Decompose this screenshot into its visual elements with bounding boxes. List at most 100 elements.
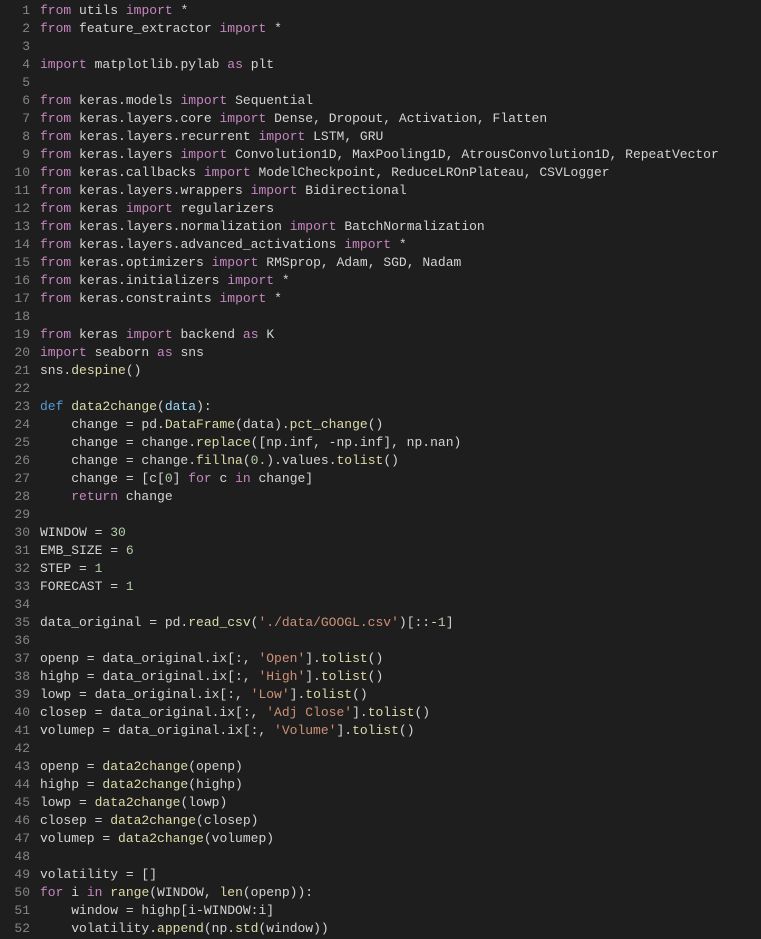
code-token: Sequential <box>235 93 313 108</box>
code-line[interactable]: closep = data_original.ix[:, 'Adj Close'… <box>40 704 761 722</box>
code-line[interactable] <box>40 38 761 56</box>
code-line[interactable]: from keras import regularizers <box>40 200 761 218</box>
code-line[interactable]: change = change.fillna(0.).values.tolist… <box>40 452 761 470</box>
code-token: (openp) <box>188 759 243 774</box>
code-line[interactable]: EMB_SIZE = 6 <box>40 542 761 560</box>
code-token: (highp) <box>188 777 243 792</box>
code-token: () <box>126 363 142 378</box>
code-content[interactable]: from utils import *from feature_extracto… <box>40 2 761 938</box>
code-line[interactable] <box>40 740 761 758</box>
code-line[interactable]: from feature_extractor import * <box>40 20 761 38</box>
code-line[interactable]: from keras.optimizers import RMSprop, Ad… <box>40 254 761 272</box>
code-line[interactable] <box>40 380 761 398</box>
code-line[interactable]: from keras.layers.advanced_activations i… <box>40 236 761 254</box>
code-token: fillna <box>196 453 243 468</box>
code-token: DataFrame <box>165 417 235 432</box>
code-token: change <box>118 489 173 504</box>
code-token: replace <box>196 435 251 450</box>
code-line[interactable]: change = pd.DataFrame(data).pct_change() <box>40 416 761 434</box>
code-token: () <box>368 417 384 432</box>
code-line[interactable] <box>40 596 761 614</box>
code-token: from <box>40 165 71 180</box>
code-line[interactable]: highp = data_original.ix[:, 'High'].toli… <box>40 668 761 686</box>
code-token: * <box>274 21 282 36</box>
code-line[interactable]: from keras.layers.normalization import B… <box>40 218 761 236</box>
code-token <box>40 489 71 504</box>
code-token: WINDOW = <box>40 525 110 540</box>
code-line[interactable]: change = change.replace([np.inf, -np.inf… <box>40 434 761 452</box>
code-line[interactable] <box>40 506 761 524</box>
code-line[interactable]: from keras.constraints import * <box>40 290 761 308</box>
code-token: sns <box>180 345 203 360</box>
code-line[interactable]: from keras.layers.recurrent import LSTM,… <box>40 128 761 146</box>
code-line[interactable]: highp = data2change(highp) <box>40 776 761 794</box>
code-token: 6 <box>126 543 134 558</box>
code-token: window = highp[i-WINDOW:i] <box>71 903 274 918</box>
code-line[interactable]: def data2change(data): <box>40 398 761 416</box>
code-line[interactable]: change = [c[0] for c in change] <box>40 470 761 488</box>
code-line[interactable]: volumep = data_original.ix[:, 'Volume'].… <box>40 722 761 740</box>
code-line[interactable]: for i in range(WINDOW, len(openp)): <box>40 884 761 902</box>
code-token: from <box>40 93 71 108</box>
code-line[interactable]: from keras.layers.wrappers import Bidire… <box>40 182 761 200</box>
code-token: from <box>40 21 71 36</box>
code-line[interactable] <box>40 848 761 866</box>
code-editor[interactable]: 1234567891011121314151617181920212223242… <box>0 0 761 938</box>
code-line[interactable]: from keras.initializers import * <box>40 272 761 290</box>
code-line[interactable] <box>40 74 761 92</box>
code-token: Bidirectional <box>305 183 406 198</box>
code-line[interactable]: from keras.callbacks import ModelCheckpo… <box>40 164 761 182</box>
code-line[interactable]: volatility.append(np.std(window)) <box>40 920 761 938</box>
code-line[interactable]: data_original = pd.read_csv('./data/GOOG… <box>40 614 761 632</box>
code-line[interactable]: from keras import backend as K <box>40 326 761 344</box>
code-token <box>118 327 126 342</box>
code-token: * <box>282 273 290 288</box>
code-token: () <box>415 705 431 720</box>
line-number: 28 <box>0 488 30 506</box>
code-token: (volumep) <box>204 831 274 846</box>
code-line[interactable]: sns.despine() <box>40 362 761 380</box>
line-number: 31 <box>0 542 30 560</box>
code-line[interactable] <box>40 308 761 326</box>
code-line[interactable]: openp = data2change(openp) <box>40 758 761 776</box>
code-line[interactable]: FORECAST = 1 <box>40 578 761 596</box>
code-token: from <box>40 201 71 216</box>
code-line[interactable]: openp = data_original.ix[:, 'Open'].toli… <box>40 650 761 668</box>
line-number: 13 <box>0 218 30 236</box>
code-token: closep = <box>40 813 110 828</box>
line-number: 50 <box>0 884 30 902</box>
code-token: import <box>290 219 337 234</box>
code-token: in <box>87 885 103 900</box>
code-token: * <box>399 237 407 252</box>
code-line[interactable] <box>40 632 761 650</box>
code-line[interactable]: import matplotlib.pylab as plt <box>40 56 761 74</box>
code-line[interactable]: volumep = data2change(volumep) <box>40 830 761 848</box>
code-line[interactable]: return change <box>40 488 761 506</box>
code-token: import <box>212 255 259 270</box>
code-token <box>71 129 79 144</box>
code-token <box>71 93 79 108</box>
line-number: 24 <box>0 416 30 434</box>
code-token: (lowp) <box>180 795 227 810</box>
code-line[interactable]: import seaborn as sns <box>40 344 761 362</box>
code-line[interactable]: lowp = data2change(lowp) <box>40 794 761 812</box>
code-line[interactable]: closep = data2change(closep) <box>40 812 761 830</box>
code-token: def <box>40 399 63 414</box>
code-token: import <box>251 183 298 198</box>
line-number-gutter: 1234567891011121314151617181920212223242… <box>0 2 40 938</box>
code-token <box>243 57 251 72</box>
code-line[interactable]: lowp = data_original.ix[:, 'Low'].tolist… <box>40 686 761 704</box>
line-number: 19 <box>0 326 30 344</box>
code-line[interactable]: from utils import * <box>40 2 761 20</box>
code-line[interactable]: from keras.layers import Convolution1D, … <box>40 146 761 164</box>
code-token: * <box>180 3 188 18</box>
code-line[interactable]: STEP = 1 <box>40 560 761 578</box>
code-token: Convolution1D, MaxPooling1D, AtrousConvo… <box>235 147 719 162</box>
code-token: return <box>71 489 118 504</box>
code-line[interactable]: WINDOW = 30 <box>40 524 761 542</box>
code-line[interactable]: volatility = [] <box>40 866 761 884</box>
code-line[interactable]: from keras.models import Sequential <box>40 92 761 110</box>
code-token: import <box>219 111 266 126</box>
code-line[interactable]: window = highp[i-WINDOW:i] <box>40 902 761 920</box>
code-line[interactable]: from keras.layers.core import Dense, Dro… <box>40 110 761 128</box>
